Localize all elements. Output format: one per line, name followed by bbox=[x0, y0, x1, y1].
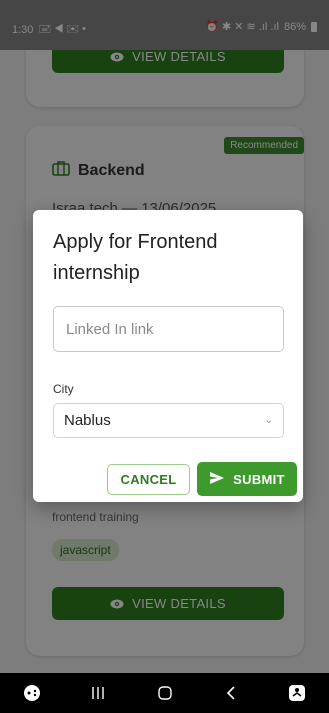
system-nav-bar bbox=[0, 673, 329, 713]
linkedin-input[interactable] bbox=[53, 306, 284, 352]
city-select[interactable]: Nablus ⌄ bbox=[53, 403, 284, 438]
recents-icon[interactable] bbox=[78, 678, 118, 708]
submit-button[interactable]: SUBMIT bbox=[197, 462, 297, 496]
home-icon[interactable] bbox=[145, 678, 185, 708]
cancel-button[interactable]: CANCEL bbox=[107, 464, 190, 495]
submit-label: SUBMIT bbox=[233, 471, 285, 487]
city-selected-value: Nablus bbox=[64, 412, 111, 429]
send-icon bbox=[209, 471, 225, 488]
accessibility-icon[interactable] bbox=[277, 678, 317, 708]
game-launcher-icon[interactable] bbox=[12, 678, 52, 708]
apply-dialog: Apply for Frontend internship City Nablu… bbox=[33, 210, 303, 502]
dialog-title: Apply for Frontend internship bbox=[53, 231, 218, 284]
back-icon[interactable] bbox=[211, 678, 251, 708]
chevron-down-icon: ⌄ bbox=[264, 415, 273, 426]
city-label: City bbox=[53, 382, 74, 396]
